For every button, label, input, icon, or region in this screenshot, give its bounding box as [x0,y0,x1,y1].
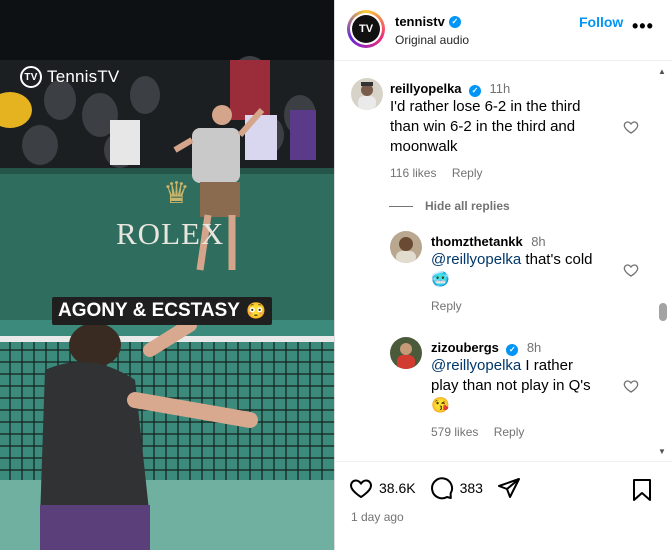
author-avatar[interactable]: TV [347,10,385,48]
comment-header: reillyopelka ✓ 11h [390,80,510,98]
scroll-up-arrow-icon[interactable]: ▲ [658,67,666,76]
comment-line: than win 6-2 in the third and [390,118,576,135]
comment-bubble-icon[interactable] [430,476,454,500]
tennistv-logo-icon: TV [20,66,42,88]
comment-likes[interactable]: 116 likes [390,166,436,180]
heart-icon[interactable] [349,476,373,500]
comment-text: I'd rather lose 6-2 in the third than wi… [390,97,630,157]
reply-meta: 579 likes Reply [431,425,536,439]
mention-link[interactable]: @reillyopelka [431,251,521,268]
reply-body: I rather [521,357,573,374]
reply-button[interactable]: Reply [452,166,483,180]
verified-badge-icon: ✓ [469,84,481,97]
verified-badge-icon: ✓ [506,343,519,356]
tennistv-avatar-icon: TV [352,15,380,43]
user-avatar-zizoubergs-icon[interactable] [390,337,422,369]
comment-meta: 116 likes Reply [390,166,495,180]
likes-count[interactable]: 38.6K [379,480,416,496]
footer-divider [335,461,672,462]
flushed-face-emoji-icon: 😳 [245,303,266,320]
reply-body: that's cold [521,251,593,268]
scroll-down-arrow-icon[interactable]: ▼ [658,447,666,456]
scrollbar-thumb[interactable] [659,303,667,321]
comment-time[interactable]: 11h [489,81,510,96]
follow-button[interactable]: Follow [579,14,623,30]
reply-header: zizoubergs ✓ 8h [431,339,541,357]
like-action[interactable]: 38.6K [349,476,416,500]
reply-time[interactable]: 8h [531,234,545,249]
paper-plane-icon[interactable] [497,476,521,500]
reply-username[interactable]: zizoubergs [431,340,499,355]
reply-likes[interactable]: 579 likes [431,425,478,439]
reply-button[interactable]: Reply [494,425,525,439]
replies-divider-line [389,205,413,207]
sponsor-logo-text: ROLEX [116,216,225,251]
comment-action[interactable]: 383 [430,476,483,500]
crown-icon: ♛ [163,177,190,210]
hide-replies-label[interactable]: Hide all replies [425,199,510,213]
comments-scrollbar[interactable]: ▲ ▼ [658,61,668,461]
audio-link[interactable]: Original audio [395,33,469,47]
comment-line: moonwalk [390,138,458,155]
post-side-panel: TV tennistv ✓ Original audio Follow ••• … [335,0,672,550]
verified-badge-icon: ✓ [448,15,461,28]
user-avatar-reillyopelka-icon[interactable] [351,78,383,110]
share-action[interactable] [497,476,521,500]
reply-username[interactable]: thomzthetankk [431,234,523,249]
author-username-text[interactable]: tennistv [395,14,445,29]
kiss-face-emoji-icon: 😘 [431,397,450,414]
cold-face-emoji-icon: 🥶 [431,271,450,288]
reply-time[interactable]: 8h [527,340,541,355]
heart-icon[interactable] [623,119,639,135]
hide-replies-toggle[interactable]: Hide all replies [389,199,510,213]
post-actions: 38.6K 383 [349,476,535,500]
reply-body-line: play than not play in Q's [431,377,591,394]
more-options-icon[interactable]: ••• [632,16,654,37]
post-timestamp[interactable]: 1 day ago [351,510,404,524]
comments-count[interactable]: 383 [460,480,483,496]
user-avatar-thomzthetankk-icon[interactable] [390,231,422,263]
tennistv-watermark: TV TennisTV [20,66,119,88]
watermark-text: TennisTV [47,67,120,86]
reply-header: thomzthetankk 8h [431,233,546,251]
caption-text: AGONY & ECSTASY [58,300,240,321]
reply-text: @reillyopelka I rather play than not pla… [431,356,631,416]
heart-icon[interactable] [623,262,639,278]
comment-username[interactable]: reillyopelka [390,81,462,96]
comment-line: I'd rather lose 6-2 in the third [390,98,581,115]
post-header: TV tennistv ✓ Original audio Follow ••• [335,0,672,61]
reply-meta: Reply [431,299,474,313]
instagram-post-view: ♛ ROLEX TV TennisTV AGONY & ECSTASY 😳 TV… [0,0,672,550]
author-username[interactable]: tennistv ✓ [395,14,461,29]
reply-text: @reillyopelka that's cold 🥶 [431,250,631,290]
reply-button[interactable]: Reply [431,299,462,313]
bookmark-icon[interactable] [631,478,653,502]
comments-list[interactable]: reillyopelka ✓ 11h I'd rather lose 6-2 i… [335,61,672,461]
video-caption: AGONY & ECSTASY 😳 [52,297,272,325]
video-player[interactable]: ♛ ROLEX TV TennisTV AGONY & ECSTASY 😳 [0,0,334,550]
mention-link[interactable]: @reillyopelka [431,357,521,374]
heart-icon[interactable] [623,378,639,394]
